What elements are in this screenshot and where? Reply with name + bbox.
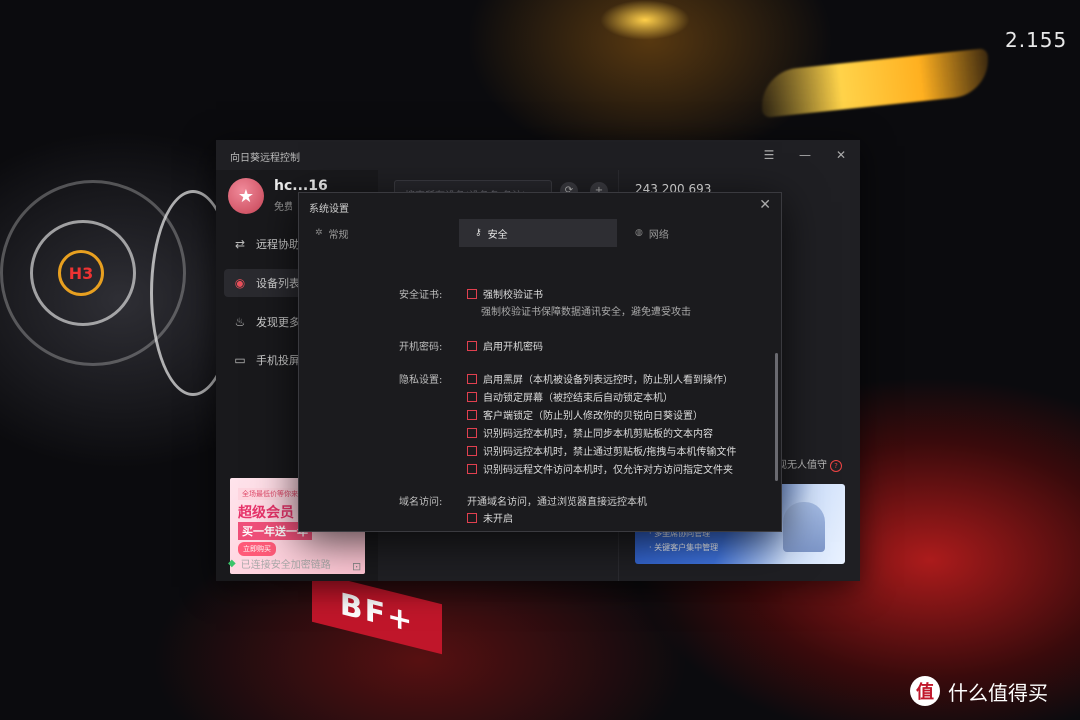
checkbox-label: 强制校验证书 bbox=[483, 290, 543, 301]
connection-status-text: 已连接安全加密链路 bbox=[240, 560, 331, 571]
checkbox-label: 自动锁定屏幕（被控结束后自动锁定本机） bbox=[483, 393, 673, 404]
checkbox-label: 启用黑屏（本机被设备列表远控时，防止别人看到操作） bbox=[483, 375, 733, 386]
privacy-label: 隐私设置: bbox=[399, 375, 443, 386]
privacy-checkbox-autolock[interactable]: 自动锁定屏幕（被控结束后自动锁定本机） bbox=[467, 389, 673, 404]
dialog-title: 系统设置 bbox=[309, 204, 349, 215]
checkbox-label: 识别码远控本机时，禁止同步本机剪贴板的文本内容 bbox=[483, 429, 713, 440]
remote-assist-icon: ⇄ bbox=[234, 237, 246, 251]
screen-cast-icon: ▭ bbox=[234, 353, 246, 367]
background-bf-label: BF+ bbox=[312, 571, 442, 655]
settings-dialog: 系统设置 ✕ ✲ 常规 ⚷ 安全 ◍ 网络 安全证书: 强制校验证书 强制校验证… bbox=[298, 192, 782, 532]
boot-password-checkbox[interactable]: 启用开机密码 bbox=[467, 338, 543, 353]
background-badge: H3 bbox=[58, 250, 104, 296]
connection-status: ◆ 已连接安全加密链路 bbox=[228, 556, 331, 571]
force-cert-checkbox[interactable]: 强制校验证书 bbox=[467, 286, 543, 301]
sidebar-item-label: 发现更多 bbox=[256, 316, 300, 329]
boot-password-label: 开机密码: bbox=[399, 342, 443, 353]
checkbox-label: 识别码远程文件访问本机时，仅允许对方访问指定文件夹 bbox=[483, 465, 733, 476]
sidebar-item-label: 设备列表 bbox=[256, 277, 300, 290]
tab-bar: ✲ 常规 ⚷ 安全 ◍ 网络 bbox=[299, 219, 781, 247]
privacy-checkbox-client-lock[interactable]: 客户端锁定（防止别人修改你的贝锐向日葵设置） bbox=[467, 407, 703, 422]
checkbox[interactable] bbox=[467, 373, 477, 384]
tab-label: 安全 bbox=[487, 229, 508, 241]
tab-label: 常规 bbox=[328, 229, 349, 241]
background-visor bbox=[758, 48, 992, 118]
checkbox[interactable] bbox=[467, 340, 477, 351]
checkbox[interactable] bbox=[467, 512, 477, 523]
domain-access-description: 开通域名访问，通过浏览器直接远控本机 bbox=[467, 497, 647, 508]
tab-label: 网络 bbox=[648, 229, 669, 241]
lock-icon[interactable]: ⊡ bbox=[352, 560, 361, 573]
key-icon: ⚷ bbox=[475, 228, 482, 238]
sidebar-item-label: 远程协助 bbox=[256, 238, 300, 251]
watermark: 值 什么值得买 bbox=[910, 676, 1048, 706]
cert-description: 强制校验证书保障数据通讯安全，避免遭受攻击 bbox=[481, 307, 691, 318]
checkbox[interactable] bbox=[467, 409, 477, 420]
checkbox-label: 客户端锁定（防止别人修改你的贝锐向日葵设置） bbox=[483, 411, 703, 422]
promo-title: 超级会员 bbox=[238, 505, 294, 521]
scrollbar[interactable] bbox=[775, 353, 778, 481]
checkbox[interactable] bbox=[467, 445, 477, 456]
checkbox[interactable] bbox=[467, 288, 477, 299]
user-plan: 免费版 bbox=[274, 202, 292, 213]
shield-icon: ◆ bbox=[228, 558, 236, 569]
checkbox[interactable] bbox=[467, 427, 477, 438]
privacy-checkbox-clipboard-text[interactable]: 识别码远控本机时，禁止同步本机剪贴板的文本内容 bbox=[467, 425, 713, 440]
agent-figure-icon bbox=[783, 502, 825, 552]
checkbox-label: 启用开机密码 bbox=[483, 342, 543, 353]
gear-icon: ✲ bbox=[315, 228, 323, 238]
unattended-text: 现无人值守 bbox=[777, 460, 827, 471]
privacy-checkbox-blackscreen[interactable]: 启用黑屏（本机被设备列表远控时，防止别人看到操作） bbox=[467, 371, 733, 386]
promo-line: · 关键客户集中管理 bbox=[649, 543, 719, 552]
close-button[interactable]: ✕ bbox=[832, 146, 850, 164]
background-hud-value: 2.155 bbox=[1005, 28, 1068, 52]
tab-security[interactable]: ⚷ 安全 bbox=[459, 219, 617, 247]
menu-button[interactable]: ☰ bbox=[760, 146, 778, 164]
device-list-icon: ◉ bbox=[234, 276, 246, 290]
avatar[interactable]: ★ bbox=[228, 178, 264, 214]
background-glow bbox=[600, 0, 690, 40]
domain-access-checkbox[interactable]: 未开启 bbox=[467, 510, 513, 525]
watermark-logo: 值 bbox=[910, 676, 940, 706]
sidebar-item-label: 手机投屏 bbox=[256, 354, 300, 367]
domain-access-label: 域名访问: bbox=[399, 497, 443, 508]
buy-now-button[interactable]: 立即购买 bbox=[238, 542, 276, 556]
tab-network[interactable]: ◍ 网络 bbox=[619, 219, 777, 247]
title-bar: 向日葵远程控制 ☰ — ✕ bbox=[216, 140, 860, 170]
unattended-link[interactable]: 现无人值守? bbox=[777, 456, 842, 472]
privacy-checkbox-folder-access[interactable]: 识别码远程文件访问本机时，仅允许对方访问指定文件夹 bbox=[467, 461, 733, 476]
tab-general[interactable]: ✲ 常规 bbox=[299, 219, 457, 247]
star-icon: ★ bbox=[237, 185, 255, 207]
checkbox[interactable] bbox=[467, 463, 477, 474]
close-icon[interactable]: ✕ bbox=[759, 197, 771, 213]
checkbox-label: 识别码远控本机时，禁止通过剪贴板/拖拽与本机传输文件 bbox=[483, 447, 737, 458]
privacy-checkbox-file-transfer[interactable]: 识别码远控本机时，禁止通过剪贴板/拖拽与本机传输文件 bbox=[467, 443, 736, 458]
checkbox-label: 未开启 bbox=[483, 514, 513, 525]
minimize-button[interactable]: — bbox=[796, 146, 814, 164]
cert-label: 安全证书: bbox=[399, 290, 443, 301]
watermark-text: 什么值得买 bbox=[948, 680, 1048, 705]
discover-icon: ♨ bbox=[234, 315, 246, 329]
help-icon[interactable]: ? bbox=[830, 460, 842, 472]
globe-icon: ◍ bbox=[635, 228, 643, 238]
app-title: 向日葵远程控制 bbox=[230, 153, 300, 164]
checkbox[interactable] bbox=[467, 391, 477, 402]
